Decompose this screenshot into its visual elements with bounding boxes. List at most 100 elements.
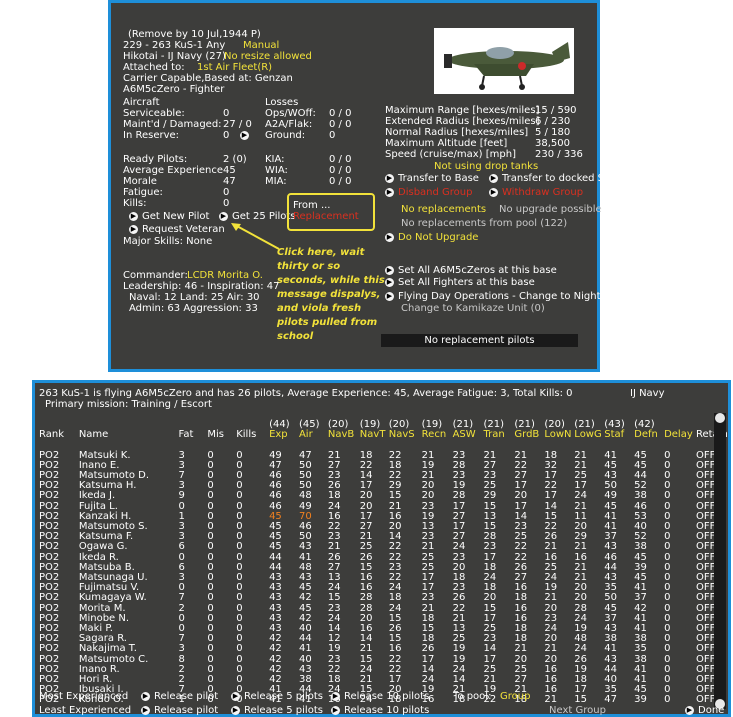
table-row[interactable]: PO2 Ogawa G. 6 0 0 45 43 21 25 22 21 24 23 22 21 21 43 38…: [39, 542, 728, 552]
get-new-pilot-button[interactable]: ▶ Get New Pilot: [129, 211, 209, 222]
roster-scrollbar[interactable]: [714, 413, 726, 709]
table-row[interactable]: PO2 Katsuma H. 3 0 0 46 50 26 17 29 20 19 25 17 22 17 50…: [39, 480, 728, 491]
table-row[interactable]: PO2 Inano R. 2 0 0 42 43 22 24 22 14 24 25 25 16 19 44 41…: [39, 664, 728, 675]
commander-label: Commander:: [123, 270, 188, 281]
ready-pilots-value: 2 (0): [223, 154, 247, 165]
aircraft-type: A6M5cZero - Fighter: [123, 84, 225, 95]
max-range-label: Maximum Range [hexes/miles]: [385, 105, 540, 116]
column-header[interactable]: Air: [299, 429, 328, 440]
mia-value: 0 / 0: [329, 176, 352, 187]
column-header[interactable]: NavB: [328, 429, 360, 440]
arrow-icon: ▶: [141, 705, 150, 715]
release-5-most-button[interactable]: ▶ Release 5 pilots: [231, 691, 323, 702]
disband-button[interactable]: ▶ Disband Group: [385, 187, 472, 198]
drop-tanks-toggle[interactable]: Not using drop tanks: [434, 161, 538, 172]
release-10-least-button[interactable]: ▶ Release 10 pilots: [331, 705, 429, 716]
kia-label: KIA:: [265, 154, 285, 165]
withdraw-button[interactable]: ▶ Withdraw Group: [489, 187, 583, 198]
column-header[interactable]: Mis: [207, 429, 236, 440]
callout-note: Click here, wait thirty or so seconds, w…: [277, 247, 385, 342]
normal-radius-value: 5 / 180: [535, 127, 571, 138]
arrow-icon: ▶: [385, 173, 394, 183]
column-header[interactable]: Staf: [604, 429, 634, 440]
set-all-fighters-button[interactable]: ▶ Set All Fighters at this base: [385, 277, 535, 288]
kia-value: 0 / 0: [329, 154, 352, 165]
table-row[interactable]: PO2 Matsumoto C. 8 0 0 42 40 23 15 22 17 19 17 20 20 26…: [39, 654, 728, 665]
table-row[interactable]: PO2 Maki P. 0 0 0 43 40 14 16 26 15 13 25 18 24 19 43 41 0…: [39, 623, 728, 634]
arrow-icon: ▶: [385, 187, 394, 197]
table-row[interactable]: PO2 Matsunaga U. 3 0 0 43 43 13 16 22 17 18 24 27 24 21…: [39, 572, 728, 583]
commander-name[interactable]: LCDR Morita O.: [187, 270, 263, 281]
table-row[interactable]: PO2 Fujita L. 0 0 0 46 49 24 20 21 23 17 15 17 14 21 45 4…: [39, 501, 728, 512]
speed-value: 230 / 336: [535, 149, 583, 160]
maintained-label: Maint'd / Damaged:: [123, 119, 222, 130]
table-row[interactable]: PO2 Minobe N. 0 0 0 43 42 24 20 15 18 21 17 16 23 24 37 4…: [39, 613, 728, 624]
table-row[interactable]: PO2 Sagara R. 7 0 0 42 44 12 14 15 18 25 23 18 20 48 38 3…: [39, 634, 728, 644]
zero-fighter-icon: [434, 28, 574, 94]
column-header[interactable]: Recn: [422, 429, 453, 440]
table-row[interactable]: PO2 Ikeda J. 9 0 0 46 48 18 20 15 20 28 29 20 17 24 49 38…: [39, 491, 728, 501]
aircraft-header: Aircraft: [123, 97, 160, 108]
attached-value[interactable]: 1st Air Fleet(R): [197, 62, 272, 73]
table-row[interactable]: PO2 Ikeda R. 0 0 0 44 41 26 26 22 25 23 17 22 16 16 46 45…: [39, 552, 728, 563]
arrow-icon: ▶: [141, 691, 150, 701]
column-header[interactable]: LowG: [574, 429, 604, 440]
do-not-upgrade-button[interactable]: ▶ Do Not Upgrade: [385, 232, 478, 243]
table-row[interactable]: PO2 Matsumoto S. 3 0 0 45 46 22 27 20 13 17 15 23 22 20…: [39, 521, 728, 532]
a2a-label: A2A/Flak:: [265, 119, 313, 130]
arrow-icon: ▶: [129, 211, 138, 221]
column-header[interactable]: Exp: [269, 429, 299, 440]
no-upgrade-label: No upgrade possible: [499, 204, 602, 215]
column-header[interactable]: Rank: [39, 429, 79, 440]
scroll-up-icon[interactable]: [715, 413, 725, 423]
release-5-least-button[interactable]: ▶ Release 5 pilots: [231, 705, 323, 716]
pool-group-toggle[interactable]: Group: [500, 691, 530, 702]
no-replacements-toggle[interactable]: No replacements: [401, 204, 486, 215]
transfer-base-button[interactable]: ▶ Transfer to Base: [385, 173, 479, 184]
column-header[interactable]: NavS: [389, 429, 422, 440]
from-value[interactable]: Replacement: [293, 211, 359, 222]
release-pilot-most-button[interactable]: ▶ Release pilot: [141, 691, 218, 702]
arrow-icon: ▶: [385, 265, 394, 275]
set-all-zeros-button[interactable]: ▶ Set All A6M5cZeros at this base: [385, 265, 557, 276]
release-10-most-button[interactable]: ▶ Release 10 pilots: [331, 691, 429, 702]
arrow-icon: ▶: [385, 291, 394, 301]
transfer-docked-button[interactable]: ▶ Transfer to docked S: [489, 173, 604, 184]
column-header[interactable]: Fat: [179, 429, 208, 440]
leadership-line: Leadership: 46 - Inspiration: 47: [123, 281, 280, 292]
next-group-button[interactable]: Next Group: [549, 705, 606, 716]
hikotai-label: Hikotai - IJ Navy (27): [123, 51, 226, 62]
release-pilot-least-button[interactable]: ▶ Release pilot: [141, 705, 218, 716]
arrow-icon: ▶: [231, 691, 240, 701]
table-row[interactable]: PO2 Katsuma F. 3 0 0 45 50 23 21 14 23 27 28 25 26 29 37…: [39, 532, 728, 542]
max-alt-label: Maximum Altitude [feet]: [385, 138, 508, 149]
reserve-arrow-icon[interactable]: ▶: [240, 130, 253, 141]
roster-summary: 263 KuS-1 is flying A6M5cZero and has 26…: [39, 388, 573, 399]
most-experienced-label: Most Experienced: [39, 691, 129, 702]
table-row[interactable]: PO2 Morita M. 2 0 0 43 45 23 28 24 21 22 15 16 20 28 45 4…: [39, 603, 728, 614]
column-header[interactable]: Defn: [634, 429, 664, 440]
column-header[interactable]: GrdB: [514, 429, 544, 440]
arrow-icon: ▶: [129, 224, 138, 234]
manual-toggle[interactable]: Manual: [243, 40, 279, 51]
table-row[interactable]: PO2 Kumagaya W. 7 0 0 43 42 15 28 18 23 26 20 18 21 20 5…: [39, 593, 728, 603]
column-header[interactable]: Tran: [484, 429, 515, 440]
column-header[interactable]: Name: [79, 429, 179, 440]
done-button[interactable]: ▶ Done: [685, 705, 724, 716]
table-cell: 47: [604, 694, 617, 706]
table-row[interactable]: PO2 Matsumoto D. 7 0 0 46 50 23 14 22 21 23 23 27 17 25…: [39, 470, 728, 481]
pilot-roster-panel: 263 KuS-1 is flying A6M5cZero and has 26…: [32, 380, 731, 717]
column-header[interactable]: NavT: [360, 429, 389, 440]
header-row: Rank Name Fat Mis Kills Exp Air NavB NavT NavS Rec…: [39, 429, 728, 440]
column-header[interactable]: ASW: [453, 429, 484, 440]
column-header[interactable]: LowN: [544, 429, 574, 440]
arrow-icon: ▶: [331, 705, 340, 715]
table-row[interactable]: PO2 Matsuki K. 3 0 0 49 47 21 18 22 21 23 21 21 18 21 41…: [39, 450, 728, 461]
navy-label: IJ Navy: [630, 388, 665, 399]
table-row[interactable]: PO2 Hori R. 2 0 0 42 38 18 21 17 24 14 21 27 16 18 40 41 0…: [39, 674, 728, 685]
fatigue-value: 0: [223, 187, 230, 198]
flying-day-button[interactable]: ▶ Flying Day Operations - Change to Night: [385, 291, 601, 302]
column-header[interactable]: Delay: [664, 429, 696, 440]
request-veteran-button[interactable]: ▶ Request Veteran: [129, 224, 225, 235]
column-header[interactable]: Kills: [236, 429, 269, 440]
